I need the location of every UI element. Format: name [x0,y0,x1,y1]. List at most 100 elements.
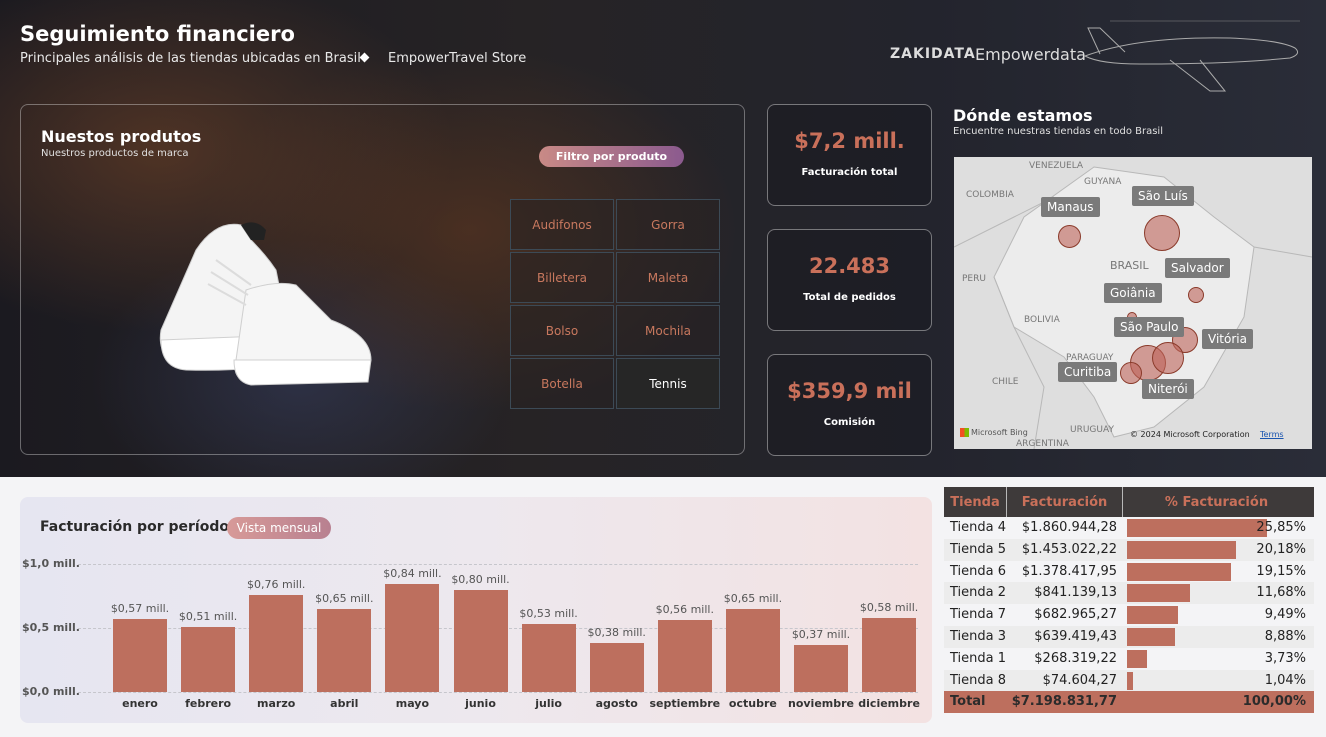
pct-value: 3,73% [1264,650,1306,666]
cell-pct: 19,15% [1123,561,1310,583]
table-body: Tienda 4 $1.860.944,28 25,85% Tienda 5 $1.45… [944,517,1314,692]
bar-junio[interactable] [453,589,508,692]
map-bubble-curitiba[interactable] [1120,362,1142,384]
map-label-curitiba: Curitiba [1058,362,1118,382]
column-header-facturacion[interactable]: Facturación [1007,487,1123,517]
table-row[interactable]: Tienda 8 $74.604,27 1,04% [944,669,1314,692]
country-label: COLOMBIA [966,190,1014,200]
product-option-audifonos[interactable]: Audifonos [510,199,614,250]
bar-value-label: $0,53 mill. [519,607,578,621]
bar-marzo[interactable] [249,594,304,692]
bar-abril[interactable] [317,608,372,692]
product-option-mochila[interactable]: Mochila [616,305,720,356]
store-map[interactable]: VENEZUELA GUYANA COLOMBIA BRASIL PERU BO… [954,157,1312,449]
bar-septiembre[interactable] [657,620,712,692]
bar-chart: $1,0 mill. $0,5 mill. $0,0 mill. $0,57 mill… [20,497,932,723]
cell-pct: 3,73% [1123,648,1310,670]
y-tick-label: $0,0 mill. [22,685,80,698]
product-option-botella[interactable]: Botella [510,358,614,409]
page-title: Seguimiento financiero [20,22,295,46]
cell-facturacion: $74.604,27 [1042,672,1117,688]
country-label: GUYANA [1084,177,1122,187]
kpi-card-facturacion: $7,2 mill. Facturación total [767,104,932,206]
map-terms-link[interactable]: Terms [1260,430,1284,439]
table-row[interactable]: Tienda 2 $841.139,13 11,68% [944,582,1314,605]
pct-databar [1127,519,1267,537]
cell-tienda: Tienda 6 [950,563,1007,579]
bar-octubre[interactable] [725,608,780,692]
map-label-sao-paulo: São Paulo [1114,317,1185,337]
kpi-label: Total de pedidos [803,292,896,303]
kpi-card-comision: $359,9 mil Comisión [767,354,932,456]
map-copyright: © 2024 Microsoft Corporation [1130,430,1250,439]
pct-databar [1127,584,1191,603]
cell-tienda: Tienda 7 [950,607,1007,623]
table-row[interactable]: Tienda 6 $1.378.417,95 19,15% [944,561,1314,583]
country-label: ARGENTINA [1016,439,1069,449]
pct-databar [1127,606,1179,625]
gridline [78,692,918,693]
total-facturacion: $7.198.831,77 [1011,694,1117,710]
bar-febrero[interactable] [181,626,236,692]
table-row[interactable]: Tienda 4 $1.860.944,28 25,85% [944,517,1314,539]
country-label: CHILE [992,377,1019,387]
total-pct: 100,00% [1242,694,1306,710]
pct-databar [1127,671,1133,690]
bar-value-label: $0,76 mill. [247,577,306,591]
bar-diciembre[interactable] [862,617,917,692]
cell-facturacion: $639.419,43 [1034,628,1117,644]
table-header: Tienda Facturación % Facturación [944,487,1314,517]
bar-julio[interactable] [521,624,576,692]
cell-facturacion: $1.453.022,22 [1021,541,1117,557]
bar-value-label: $0,37 mill. [791,627,851,641]
products-panel: Nuestos produtos Nuestros productos de m… [20,104,745,455]
map-bubble-niteroi[interactable] [1152,342,1184,374]
cell-facturacion: $1.860.944,28 [1021,520,1117,535]
kpi-label: Facturación total [801,167,898,178]
bar-mayo[interactable] [385,584,440,692]
table-row[interactable]: Tienda 7 $682.965,27 9,49% [944,604,1314,626]
map-label-manaus: Manaus [1041,197,1100,217]
bar-value-label: $0,38 mill. [587,626,646,640]
column-header-pct-facturacion[interactable]: % Facturación [1123,487,1310,517]
product-option-billetera[interactable]: Billetera [510,252,614,303]
cell-pct: 11,68% [1123,582,1310,604]
table-row[interactable]: Tienda 3 $639.419,43 8,88% [944,625,1314,648]
table-row[interactable]: Tienda 5 $1.453.022,22 20,18% [944,538,1314,561]
bar-noviembre[interactable] [794,644,848,692]
map-label-goiania: Goiânia [1104,283,1162,303]
bar-agosto[interactable] [589,643,644,692]
map-bubble-manaus[interactable] [1058,225,1081,248]
bar-enero[interactable] [113,619,167,692]
logo-name: Empowerdata [975,45,1086,64]
kpi-card-pedidos: 22.483 Total de pedidos [767,229,932,331]
product-option-gorra[interactable]: Gorra [616,199,720,250]
cell-tienda: Tienda 8 [950,672,1007,688]
map-label-vitoria: Vitória [1202,329,1253,349]
products-subtitle: Nuestros productos de marca [41,148,189,159]
cell-pct: 1,04% [1123,670,1310,692]
x-tick-label: diciembre [858,697,920,710]
column-header-tienda[interactable]: Tienda [944,487,1007,517]
stores-table: Tienda Facturación % Facturación Tienda … [944,487,1314,714]
map-subtitle: Encuentre nuestras tiendas en todo Brasi… [953,126,1163,137]
cell-tienda: Tienda 1 [950,650,1007,666]
gridline [78,564,918,565]
cell-pct: 8,88% [1123,626,1310,648]
product-option-maleta[interactable]: Maleta [616,252,720,303]
bar-value-label: $0,58 mill. [859,600,919,614]
product-option-tennis[interactable]: Tennis [616,358,720,409]
product-option-bolso[interactable]: Bolso [510,305,614,356]
pct-databar [1127,649,1148,668]
kpi-value: 22.483 [808,254,891,278]
map-bubble-sao-luis[interactable] [1144,215,1180,251]
kpi-label: Comisión [823,417,876,428]
table-row[interactable]: Tienda 1 $268.319,22 3,73% [944,648,1314,670]
country-label: VENEZUELA [1029,161,1084,171]
pct-value: 19,15% [1256,563,1306,579]
period-chart-panel: Facturación por período Vista mensual $1… [20,497,932,723]
kpi-value: $359,9 mil [787,379,912,403]
total-label: Total [950,694,986,710]
map-bubble-salvador[interactable] [1188,287,1204,303]
pct-value: 20,18% [1256,541,1306,557]
